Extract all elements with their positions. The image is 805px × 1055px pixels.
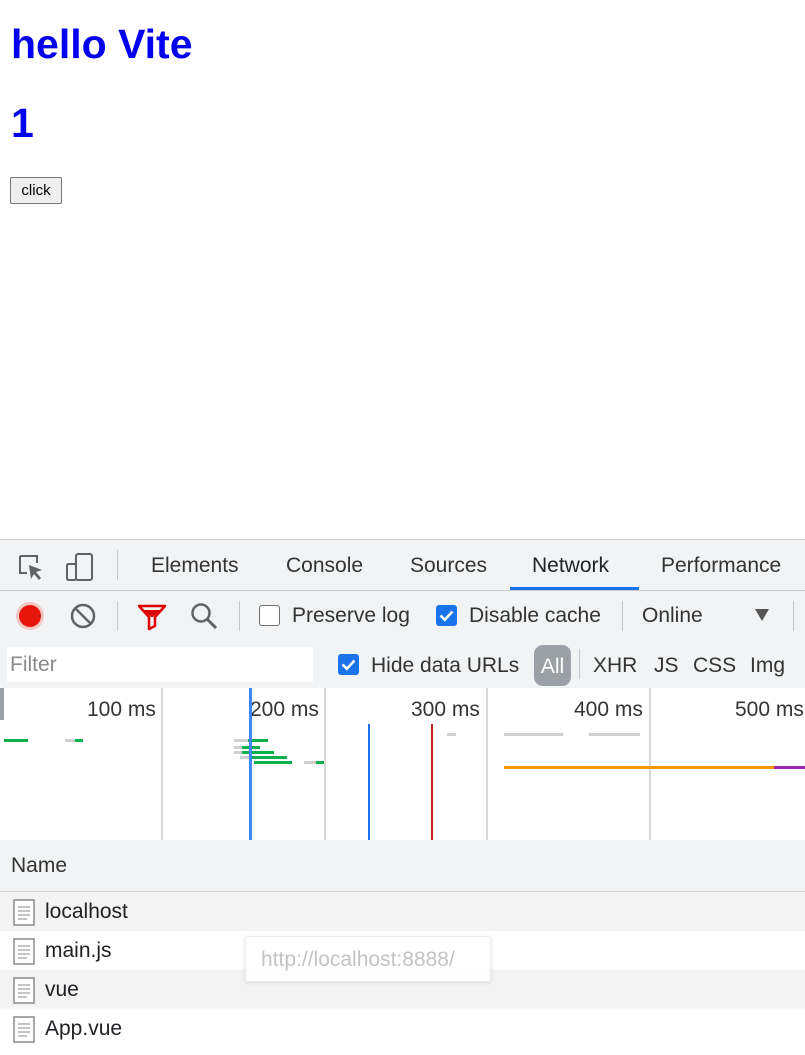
toolbar-divider [239,601,240,631]
table-row[interactable]: App.vue [0,1009,805,1048]
page-title: hello Vite [11,21,193,67]
load-event-marker [431,724,433,840]
request-bar [234,739,248,742]
filter-divider [579,649,580,679]
table-header: Name [0,840,805,892]
click-button[interactable]: click [10,177,62,204]
page-content: hello Vite 1 click [0,0,805,540]
type-filter-xhr[interactable]: XHR [593,641,637,688]
request-bar [234,746,242,749]
chevron-down-icon[interactable] [755,609,769,621]
tab-console[interactable]: Console [286,540,363,590]
filter-input[interactable] [7,647,313,682]
request-bar [242,751,274,754]
grid-line [324,688,326,840]
current-time-marker [249,688,252,840]
toolbar-divider [622,601,623,631]
devtools-tabbar: Elements Console Sources Network Perform… [0,540,805,591]
network-toolbar: Preserve log Disable cache Online [0,591,805,642]
overview-handle[interactable] [0,688,4,720]
request-bar [304,761,316,764]
grid-line [649,688,651,840]
request-bar [774,766,805,769]
preserve-log-label[interactable]: Preserve log [292,591,410,641]
toolbar-divider [117,601,118,631]
request-name: vue [45,978,79,1001]
clear-icon[interactable] [68,601,98,631]
request-bar [316,761,324,764]
tab-sources[interactable]: Sources [410,540,487,590]
document-icon [13,977,35,1004]
dom-content-loaded-marker [368,724,370,840]
table-row[interactable]: localhost [0,892,805,931]
tab-performance[interactable]: Performance [661,540,781,590]
type-filter-css[interactable]: CSS [693,641,736,688]
active-tab-indicator [510,587,639,590]
column-header-name[interactable]: Name [11,840,67,892]
request-bar [447,733,456,736]
document-icon [13,938,35,965]
record-icon[interactable] [15,601,45,631]
hide-data-urls-label[interactable]: Hide data URLs [371,641,519,688]
type-filter-all[interactable]: All [534,645,571,686]
timeline-tick: 300 ms [411,698,480,721]
request-name: App.vue [45,1017,123,1040]
request-name: localhost [45,900,128,923]
type-filter-img[interactable]: Img [750,641,785,688]
url-tooltip: http://localhost:8888/ [245,936,491,982]
document-icon [13,1016,35,1043]
request-bar [272,761,292,764]
request-bar [4,739,28,742]
request-bar [589,733,640,736]
disable-cache-checkbox[interactable] [436,605,457,626]
network-overview[interactable]: 100 ms 200 ms 300 ms 400 ms 500 ms [0,688,805,841]
toolbar-divider [793,601,794,631]
inspect-element-icon[interactable] [16,552,46,582]
tabbar-divider [117,550,118,580]
grid-line [161,688,163,840]
timeline-tick: 500 ms [735,698,804,721]
filter-icon[interactable] [137,601,167,631]
device-toolbar-icon[interactable] [65,552,95,582]
request-bar [75,739,83,742]
request-bar [252,756,287,759]
hide-data-urls-checkbox[interactable] [338,654,359,675]
request-bar [504,733,563,736]
disable-cache-label[interactable]: Disable cache [469,591,601,641]
request-bar [65,739,75,742]
search-icon[interactable] [189,601,219,631]
counter-value: 1 [11,100,34,146]
timeline-tick: 400 ms [574,698,643,721]
throttling-select[interactable]: Online [642,591,703,641]
preserve-log-checkbox[interactable] [259,605,280,626]
document-icon [13,899,35,926]
request-name: main.js [45,939,112,962]
grid-line [486,688,488,840]
request-bar [504,766,774,769]
request-bar [234,751,242,754]
tab-network[interactable]: Network [532,540,609,590]
request-bar [254,761,272,764]
filter-bar: Hide data URLs All XHR JS CSS Img [0,641,805,689]
timeline-tick: 200 ms [250,698,319,721]
tab-elements[interactable]: Elements [151,540,239,590]
type-filter-js[interactable]: JS [654,641,679,688]
timeline-tick: 100 ms [87,698,156,721]
